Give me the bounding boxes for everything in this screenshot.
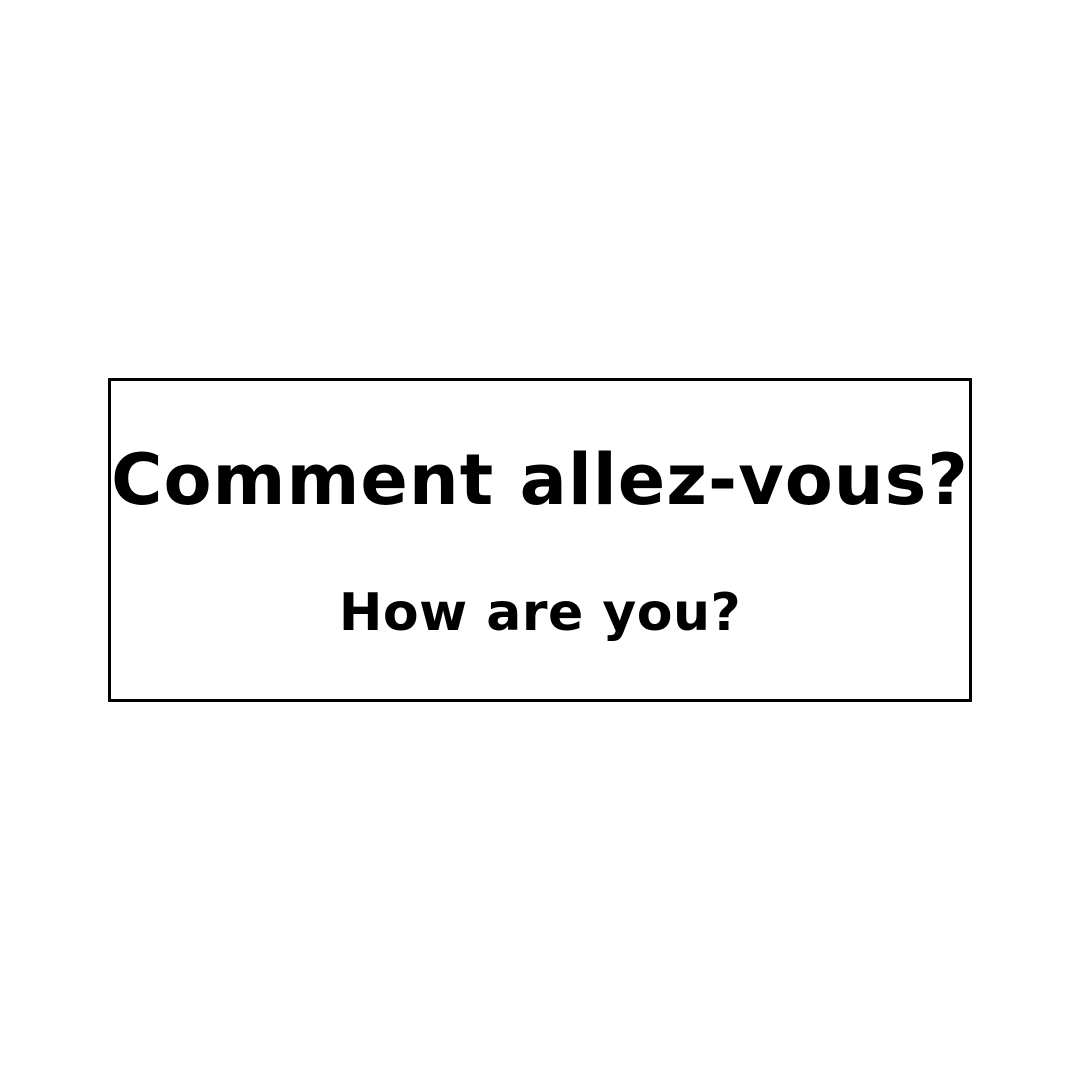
- phrase-card: Comment allez-vous? How are you?: [108, 378, 972, 702]
- french-phrase: Comment allez-vous?: [111, 439, 969, 521]
- canvas: Comment allez-vous? How are you?: [0, 0, 1080, 1080]
- english-translation: How are you?: [338, 583, 742, 643]
